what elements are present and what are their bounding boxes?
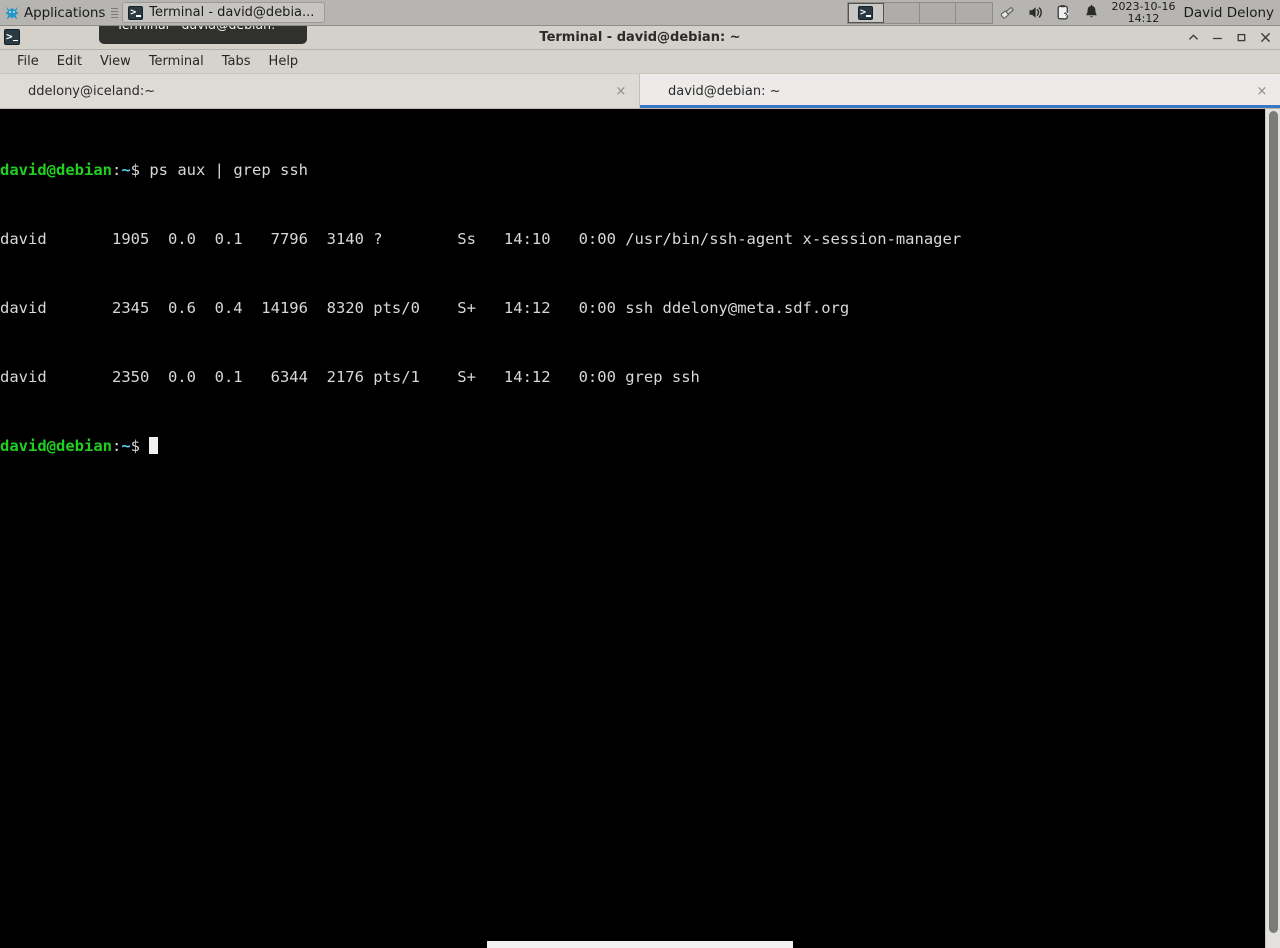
system-tray — [993, 0, 1110, 25]
menu-item-terminal[interactable]: Terminal — [140, 53, 213, 70]
workspace-1[interactable] — [847, 2, 884, 23]
text-cursor — [149, 437, 159, 454]
terminal-line-command: david@debian:~$ ps aux | grep ssh — [0, 159, 1280, 182]
tab-label: ddelony@iceland:~ — [28, 83, 156, 99]
terminal-line-output: david 2350 0.0 0.1 6344 2176 pts/1 S+ 14… — [0, 368, 700, 386]
terminal-output-area[interactable]: david@debian:~$ ps aux | grep ssh david … — [0, 109, 1280, 948]
terminal-line-output: david 1905 0.0 0.1 7796 3140 ? Ss 14:10 … — [0, 230, 962, 248]
workspace-2[interactable] — [883, 2, 920, 23]
tab-david-debian[interactable]: david@debian: ~ × — [640, 74, 1280, 108]
volume-speaker-icon[interactable] — [1027, 4, 1044, 21]
terminal-icon — [4, 28, 20, 45]
battery-charging-icon[interactable] — [1055, 4, 1072, 21]
minimize-window-button[interactable] — [1211, 31, 1224, 44]
terminal-scrollbar[interactable] — [1265, 109, 1280, 948]
prompt-colon: : — [111, 437, 122, 455]
menu-item-tabs[interactable]: Tabs — [213, 53, 260, 70]
menu-bar: File Edit View Terminal Tabs Help — [0, 50, 1280, 74]
scrollbar-thumb[interactable] — [1269, 111, 1278, 934]
prompt-colon: : — [111, 161, 122, 179]
tab-ddelony-iceland[interactable]: ddelony@iceland:~ × — [0, 74, 640, 108]
xfce-top-panel: Applications Terminal - david@debia... — [0, 0, 1280, 26]
terminal-line-prompt: david@debian:~$ — [0, 435, 1280, 458]
xfce-mouse-icon — [4, 5, 20, 21]
typed-command: ps aux | grep ssh — [140, 161, 308, 179]
clock-date: 2023-10-16 — [1111, 0, 1176, 13]
window-title: Terminal - david@debian: ~ — [539, 30, 741, 45]
panel-spacer — [325, 0, 846, 25]
prompt-user-host: david@debian — [0, 437, 112, 455]
desktop-screen: Applications Terminal - david@debia... — [0, 0, 1280, 948]
window-taskbar: Terminal - david@debia... — [120, 0, 326, 25]
terminal-icon — [128, 5, 144, 21]
terminal-icon — [858, 5, 874, 21]
taskbar-button-label: Terminal - david@debia... — [149, 5, 315, 20]
workspace-switcher[interactable] — [846, 1, 993, 24]
user-name-label[interactable]: David Delony — [1183, 5, 1280, 21]
menu-item-file[interactable]: File — [8, 53, 48, 70]
workspace-4[interactable] — [955, 2, 992, 23]
close-window-button[interactable] — [1259, 31, 1272, 44]
workspace-3[interactable] — [919, 2, 956, 23]
tab-close-icon[interactable]: × — [609, 84, 639, 99]
applications-menu-button[interactable]: Applications — [0, 0, 108, 25]
tab-label: david@debian: ~ — [668, 83, 781, 99]
tab-close-icon[interactable]: × — [1250, 84, 1280, 99]
active-tab-indicator — [640, 105, 1280, 108]
clock-time: 14:12 — [1127, 11, 1160, 25]
applications-menu-label: Applications — [24, 4, 106, 21]
usb-drive-icon[interactable] — [999, 4, 1016, 21]
menu-item-view[interactable]: View — [91, 53, 140, 70]
menu-item-edit[interactable]: Edit — [48, 53, 91, 70]
panel-left-section: Applications Terminal - david@debia... — [0, 0, 326, 25]
notification-bell-icon[interactable] — [1083, 4, 1100, 21]
window-controls — [1187, 26, 1276, 49]
terminal-line-output: david 2345 0.6 0.4 14196 8320 pts/0 S+ 1… — [0, 299, 850, 317]
terminal-window: Terminal - david@debian: ~ File Edit Vie… — [0, 26, 1280, 948]
prompt-path: ~ — [121, 437, 131, 455]
panel-handle-grip[interactable] — [111, 5, 119, 21]
taskbar-button-terminal[interactable]: Terminal - david@debia... — [122, 2, 326, 23]
bottom-indicator-bar — [487, 941, 793, 948]
shade-window-button[interactable] — [1187, 31, 1200, 44]
maximize-window-button[interactable] — [1235, 31, 1248, 44]
tab-bar: ddelony@iceland:~ × david@debian: ~ × — [0, 74, 1280, 109]
window-title-bar[interactable]: Terminal - david@debian: ~ — [0, 26, 1280, 50]
panel-clock[interactable]: 2023-10-16 14:12 — [1110, 1, 1184, 24]
menu-item-help[interactable]: Help — [260, 53, 308, 70]
prompt-sigil: $ — [130, 437, 141, 455]
terminal-body[interactable]: david@debian:~$ ps aux | grep ssh david … — [0, 109, 1280, 948]
prompt-user-host: david@debian — [0, 161, 112, 179]
prompt-sigil: $ — [130, 161, 141, 179]
prompt-path: ~ — [121, 161, 131, 179]
